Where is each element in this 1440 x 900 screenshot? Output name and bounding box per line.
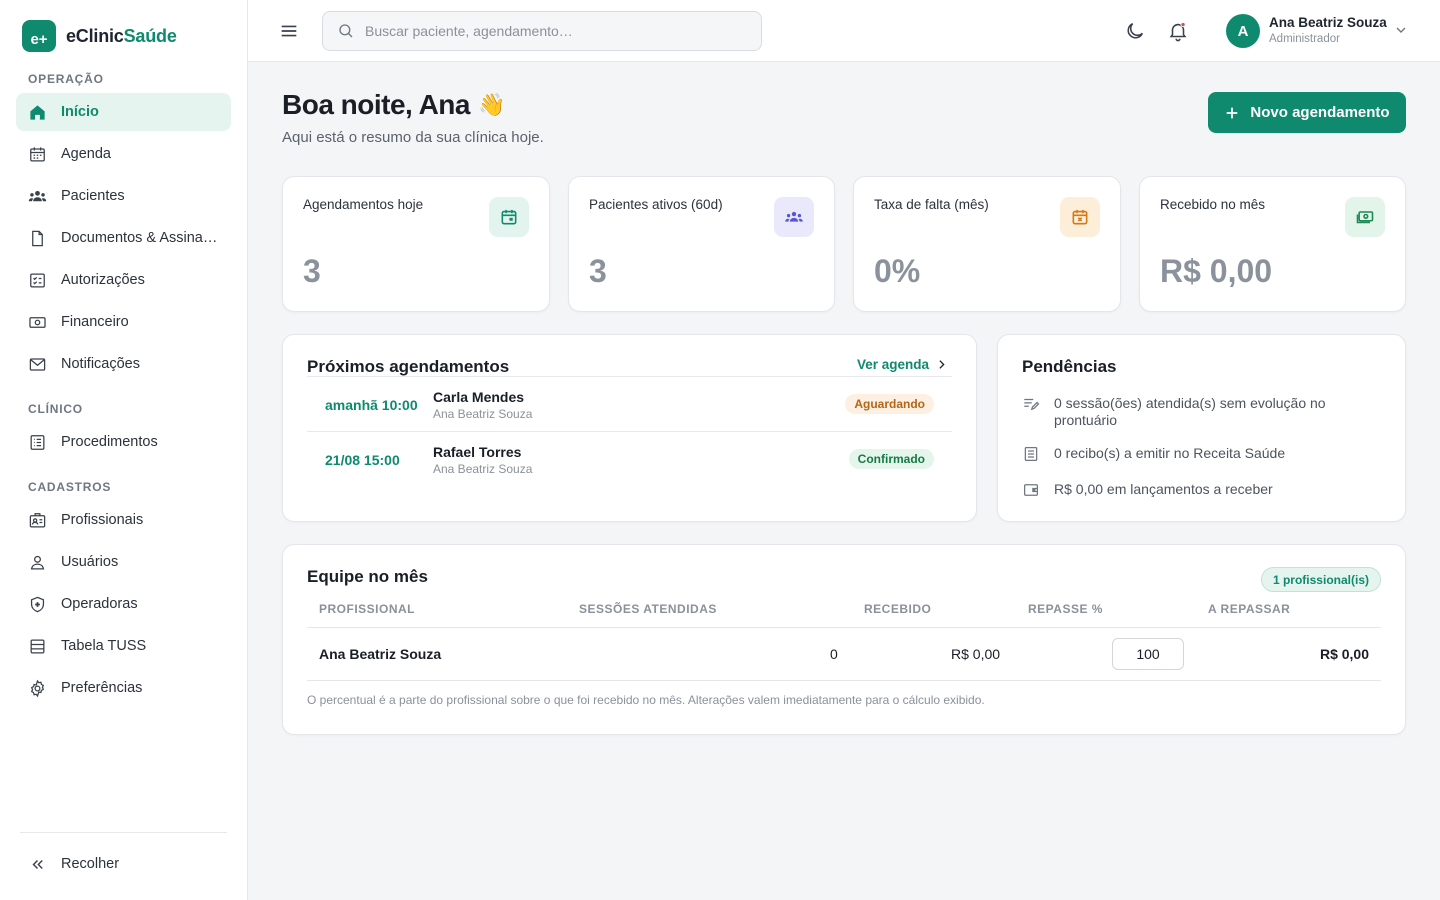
column-header: SESSÕES ATENDIDAS — [579, 602, 717, 616]
appointment-row[interactable]: amanhã 10:00 Carla Mendes Ana Beatriz So… — [307, 376, 952, 431]
sidebar-item-autorizacoes[interactable]: Autorizações — [16, 261, 231, 299]
sidebar-item-operadoras[interactable]: Operadoras — [16, 585, 231, 623]
brand-name: eClinicSaúde — [66, 25, 177, 46]
section-label-cadastros: CADASTROS — [28, 480, 112, 494]
sidebar-item-notificacoes[interactable]: Notificações — [16, 345, 231, 383]
pending-item[interactable]: 0 sessão(ões) atendida(s) sem evolução n… — [1022, 395, 1342, 429]
sidebar-divider — [20, 832, 227, 833]
chevrons-left-icon — [32, 859, 43, 869]
brand-logo: e+ — [22, 20, 56, 52]
stat-card-no-show-rate: Taxa de falta (mês) 0% — [853, 176, 1121, 312]
appointment-row[interactable]: 21/08 15:00 Rafael Torres Ana Beatriz So… — [307, 431, 952, 486]
notification-bell-icon[interactable] — [1167, 20, 1189, 42]
sidebar-item-usuarios[interactable]: Usuários — [16, 543, 231, 581]
plus-icon — [1227, 107, 1238, 118]
card-title: Pendências — [1022, 357, 1117, 376]
wave-emoji-icon: 👋 — [477, 92, 505, 117]
edit-lines-icon — [1024, 398, 1040, 411]
collapse-sidebar-button[interactable]: Recolher — [16, 845, 231, 883]
pending-card: Pendências 0 sessão(ões) atendida(s) sem… — [997, 334, 1406, 522]
dark-mode-moon-icon[interactable] — [1124, 20, 1146, 42]
sidebar-item-documentos[interactable]: Documentos & Assinaturas — [16, 219, 231, 257]
home-icon — [30, 104, 45, 120]
stat-card-appointments-today: Agendamentos hoje 3 — [282, 176, 550, 312]
wallet-icon — [1023, 484, 1039, 496]
sidebar-item-pacientes[interactable]: Pacientes — [16, 177, 231, 215]
checklist-icon — [30, 273, 45, 287]
user-icon — [30, 555, 45, 569]
section-label-clinico: CLÍNICO — [28, 402, 83, 416]
users-icon — [28, 190, 47, 201]
section-label-operacao: OPERAÇÃO — [28, 72, 104, 86]
status-badge: Confirmado — [848, 449, 934, 469]
topbar: A Ana Beatriz Souza Administrador — [248, 0, 1440, 62]
column-header: RECEBIDO — [864, 602, 932, 616]
sidebar-item-preferencias[interactable]: Preferências — [16, 669, 231, 707]
id-badge-icon — [29, 512, 46, 527]
list-icon — [30, 434, 45, 450]
table-icon — [30, 639, 45, 653]
chevron-down-icon[interactable] — [1393, 22, 1409, 38]
card-title: Próximos agendamentos — [307, 357, 510, 376]
calendar-icon — [489, 197, 529, 237]
repasse-percent-input[interactable] — [1112, 638, 1184, 670]
pending-item[interactable]: R$ 0,00 em lançamentos a receber — [1022, 481, 1273, 499]
sidebar-item-procedimentos[interactable]: Procedimentos — [16, 423, 231, 461]
sidebar-item-financeiro[interactable]: Financeiro — [16, 303, 231, 341]
avatar[interactable]: A — [1226, 14, 1260, 48]
status-badge: Aguardando — [845, 394, 934, 414]
money-icon — [1345, 197, 1385, 237]
stat-card-received-month: Recebido no mês R$ 0,00 — [1139, 176, 1406, 312]
table-divider — [307, 680, 1381, 681]
users-icon — [774, 197, 814, 237]
new-appointment-button[interactable]: Novo agendamento — [1208, 92, 1406, 133]
search-box[interactable] — [322, 11, 762, 51]
search-icon — [339, 24, 353, 38]
view-agenda-link[interactable]: Ver agenda — [857, 357, 948, 372]
hamburger-menu-icon[interactable] — [278, 20, 300, 42]
sidebar: e+ eClinicSaúde OPERAÇÃO Início Agenda P… — [0, 0, 248, 900]
mail-icon — [29, 357, 46, 371]
page-title: Boa noite, Ana 👋 — [282, 89, 505, 120]
table-divider — [307, 627, 1381, 628]
calendar-x-icon — [1060, 197, 1100, 237]
shield-icon — [30, 596, 45, 612]
sidebar-item-tabela-tuss[interactable]: Tabela TUSS — [16, 627, 231, 665]
sidebar-item-inicio[interactable]: Início — [16, 93, 231, 131]
search-input[interactable] — [365, 23, 745, 39]
team-month-card: Equipe no mês 1 profissional(is) PROFISS… — [282, 544, 1406, 735]
footnote: O percentual é a parte do profissional s… — [307, 693, 985, 707]
money-icon — [29, 316, 46, 328]
gear-icon — [30, 679, 45, 697]
user-name[interactable]: Ana Beatriz Souza — [1269, 15, 1387, 30]
upcoming-appointments-card: Próximos agendamentos Ver agenda amanhã … — [282, 334, 977, 522]
card-title: Equipe no mês — [307, 567, 428, 586]
user-role: Administrador — [1269, 33, 1340, 45]
column-header: REPASSE % — [1028, 602, 1103, 616]
column-header: PROFISSIONAL — [319, 602, 416, 616]
calendar-icon — [30, 146, 45, 161]
brand[interactable]: e+ eClinicSaúde — [22, 20, 177, 52]
page-subtitle: Aqui está o resumo da sua clínica hoje. — [282, 129, 544, 146]
sidebar-item-profissionais[interactable]: Profissionais — [16, 501, 231, 539]
pending-item[interactable]: 0 recibo(s) a emitir no Receita Saúde — [1022, 445, 1285, 463]
count-badge: 1 profissional(is) — [1260, 567, 1381, 592]
chevron-right-icon — [939, 360, 945, 369]
document-icon — [32, 230, 43, 246]
column-header: A REPASSAR — [1208, 602, 1291, 616]
stat-card-active-patients: Pacientes ativos (60d) 3 — [568, 176, 835, 312]
receipt-icon — [1024, 446, 1038, 462]
sidebar-item-agenda[interactable]: Agenda — [16, 135, 231, 173]
